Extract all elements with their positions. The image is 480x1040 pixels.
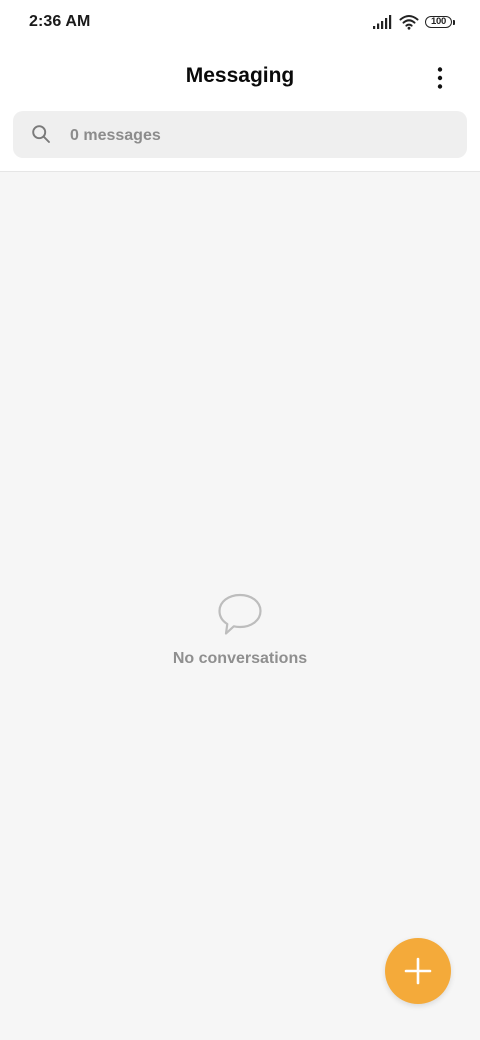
status-time: 2:36 AM: [29, 13, 91, 30]
page-title: Messaging: [185, 64, 295, 87]
wifi-icon: [399, 15, 419, 30]
search-bar[interactable]: [13, 111, 467, 160]
more-options-button[interactable]: [424, 64, 456, 92]
search-icon: [32, 125, 50, 143]
status-bar: 2:36 AM 100: [0, 0, 480, 44]
more-vertical-icon: [437, 67, 443, 89]
status-icons: 100: [372, 13, 455, 31]
signal-icon: [373, 15, 392, 29]
app-header: Messaging: [0, 44, 480, 108]
conversation-list: No conversations: [0, 172, 480, 1040]
plus-icon: [404, 957, 432, 985]
chat-bubble-icon: [218, 593, 262, 635]
battery-cap: [453, 19, 455, 25]
new-message-button[interactable]: [385, 938, 451, 1004]
empty-state: No conversations: [0, 592, 480, 668]
battery-level: 100: [431, 16, 446, 28]
search-input[interactable]: [68, 111, 452, 160]
empty-state-text: No conversations: [172, 650, 308, 667]
battery-icon: 100: [425, 16, 455, 28]
